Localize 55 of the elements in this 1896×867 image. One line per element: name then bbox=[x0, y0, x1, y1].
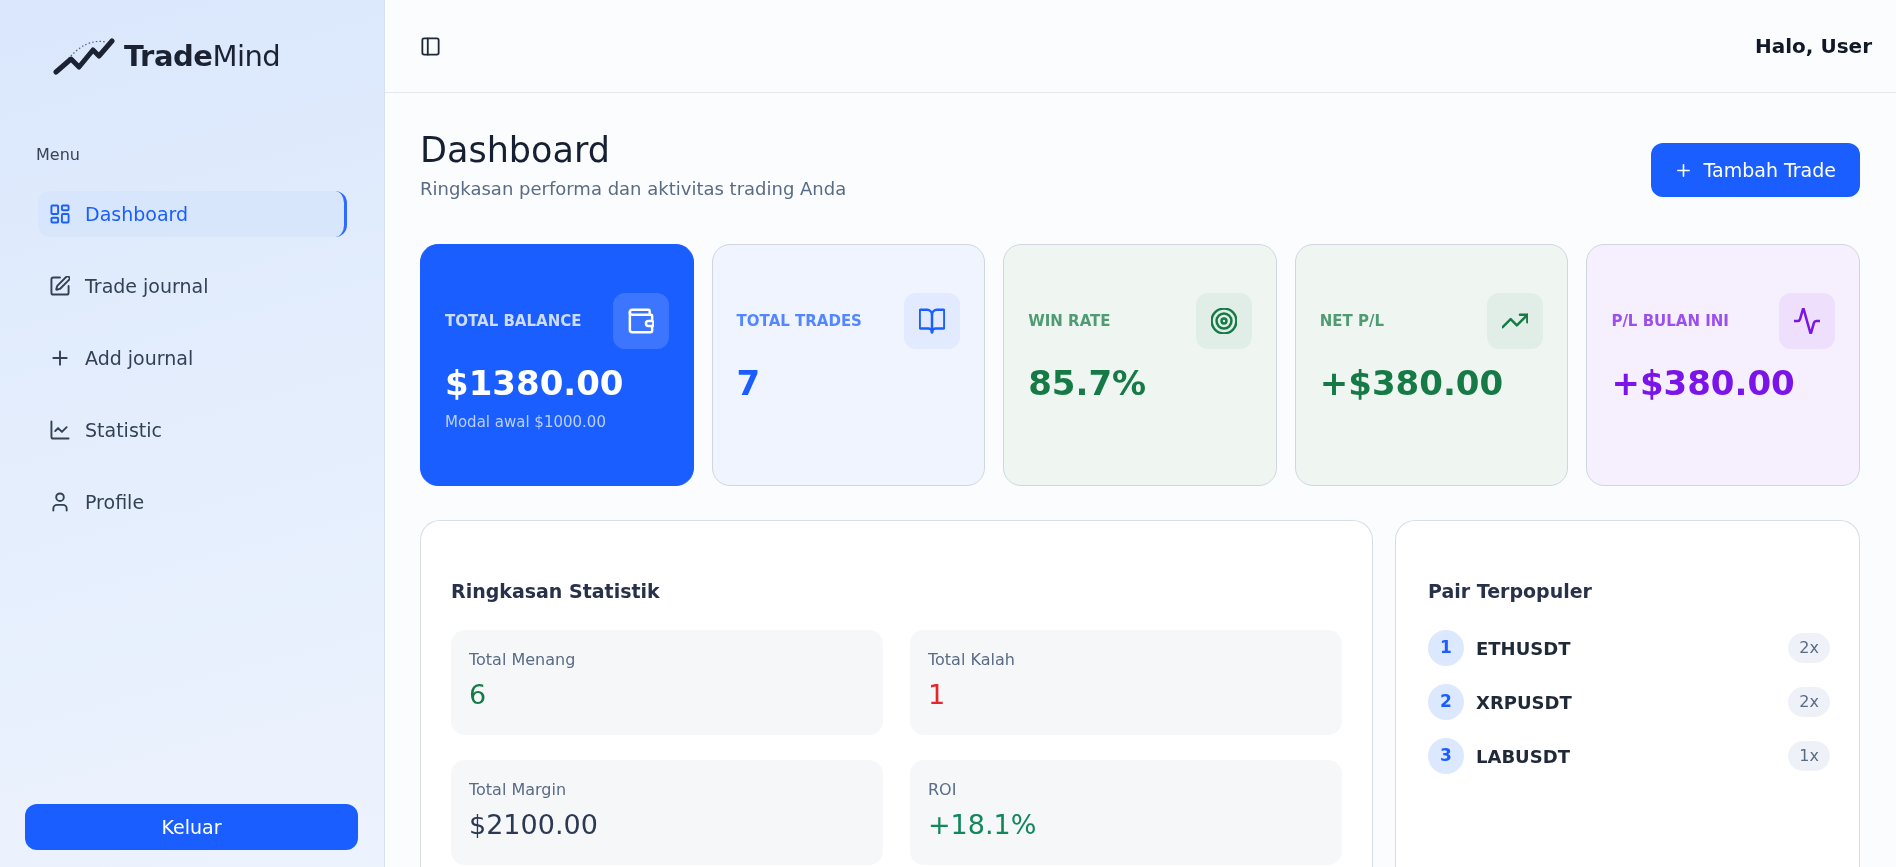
stat-label: TOTAL BALANCE bbox=[445, 310, 582, 332]
trending-up-icon bbox=[1487, 293, 1544, 349]
plus-icon bbox=[1674, 161, 1692, 179]
panel-title: Ringkasan Statistik bbox=[451, 579, 661, 603]
menu-item[interactable]: Dashboard bbox=[38, 191, 347, 237]
user-greeting: Halo, User bbox=[1755, 33, 1872, 60]
menu-heading: Menu bbox=[36, 145, 81, 165]
panel-title: Pair Terpopuler bbox=[1428, 579, 1593, 603]
edit-icon bbox=[50, 276, 70, 296]
tile-value: 6 bbox=[469, 678, 488, 712]
stat-value: 85.7% bbox=[1028, 362, 1148, 405]
stat-value: $1380.00 bbox=[445, 362, 625, 405]
stat-note: Modal awal $1000.00 bbox=[445, 412, 607, 433]
pulse-icon bbox=[1779, 293, 1835, 349]
pair-name: ETHUSDT bbox=[1476, 636, 1571, 661]
count-badge: 1x bbox=[1788, 741, 1830, 771]
user-icon bbox=[50, 492, 70, 512]
tile-value: +18.1% bbox=[928, 808, 1038, 842]
plus-icon bbox=[50, 348, 70, 368]
dashboard-icon bbox=[50, 204, 70, 224]
add-trade-button[interactable]: Tambah Trade bbox=[1650, 143, 1860, 197]
tile-value: $2100.00 bbox=[469, 808, 599, 842]
menu-item[interactable]: Trade journal bbox=[38, 263, 347, 309]
target-icon bbox=[1195, 293, 1252, 349]
stat-label: NET P/L bbox=[1319, 310, 1385, 332]
menu-item[interactable]: Statistic bbox=[38, 407, 347, 453]
tile-label: Total Menang bbox=[469, 650, 577, 670]
menu-item[interactable]: Profile bbox=[38, 479, 347, 525]
logout-button[interactable]: Keluar bbox=[25, 804, 358, 850]
book-icon bbox=[904, 293, 961, 349]
pair-name: LABUSDT bbox=[1476, 744, 1570, 769]
wallet-icon bbox=[612, 293, 669, 349]
stat-value: 7 bbox=[736, 362, 762, 405]
stat-label: TOTAL TRADES bbox=[736, 310, 862, 332]
menu-item[interactable]: Add journal bbox=[38, 335, 347, 381]
stat-label: WIN RATE bbox=[1028, 310, 1111, 332]
page-subtitle: Ringkasan performa dan aktivitas trading Anda bbox=[420, 177, 847, 200]
sidebar-toggle-icon[interactable] bbox=[421, 36, 440, 56]
tile-label: Total Margin bbox=[469, 780, 568, 800]
stat-label: P/L BULAN INI bbox=[1611, 310, 1729, 332]
tile-value: 1 bbox=[928, 678, 947, 712]
stat-value: +$380.00 bbox=[1611, 362, 1796, 405]
stat-value: +$380.00 bbox=[1319, 362, 1505, 405]
trend-chart-logo-icon bbox=[52, 38, 116, 76]
tile-label: Total Kalah bbox=[928, 650, 1016, 670]
pair-name: XRPUSDT bbox=[1476, 690, 1572, 715]
rank-badge: 1 bbox=[1428, 630, 1464, 666]
count-badge: 2x bbox=[1788, 687, 1830, 717]
tile-label: ROI bbox=[928, 780, 958, 800]
rank-badge: 2 bbox=[1428, 684, 1464, 720]
count-badge: 2x bbox=[1788, 633, 1830, 663]
page-title: Dashboard bbox=[420, 129, 611, 171]
line-chart-icon bbox=[50, 420, 70, 440]
rank-badge: 3 bbox=[1428, 738, 1464, 774]
brand-name: TradeMind bbox=[124, 38, 281, 76]
